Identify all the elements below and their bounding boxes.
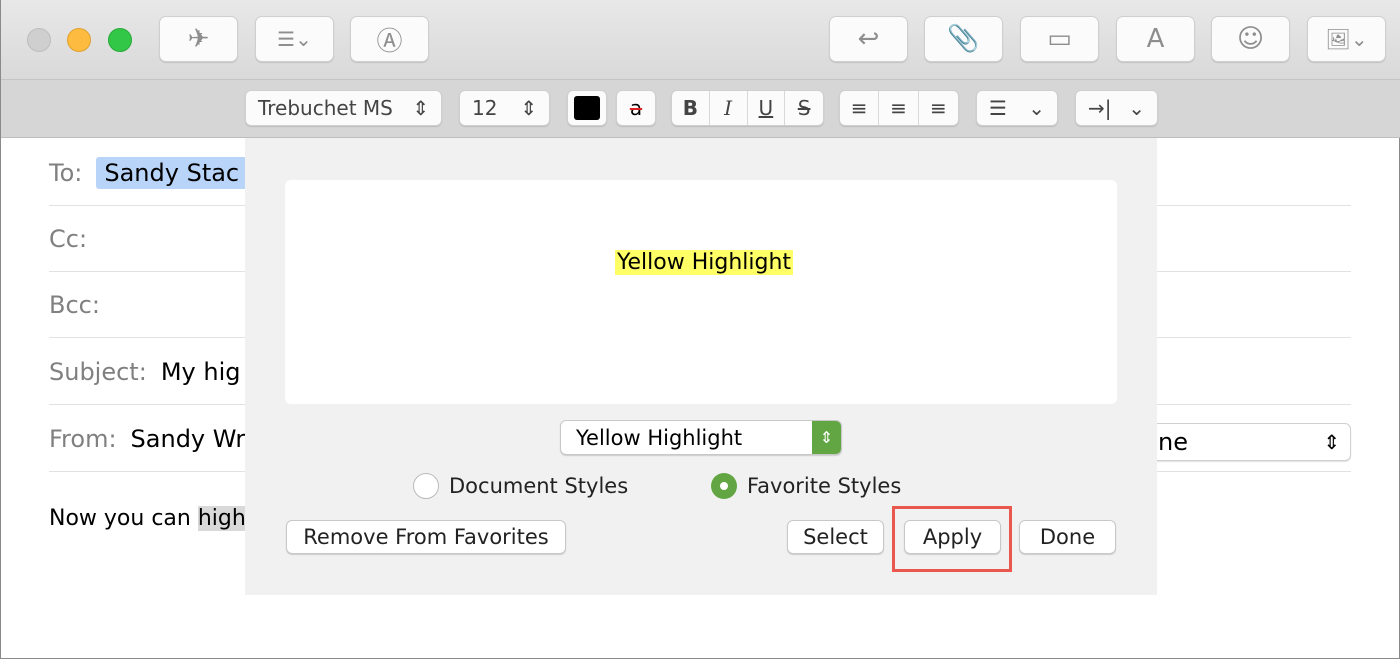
- align-right-button[interactable]: ≡: [919, 91, 958, 125]
- favorite-styles-radio[interactable]: Favorite Styles: [711, 473, 901, 499]
- from-label: From:: [49, 424, 117, 453]
- apply-callout-box: [892, 506, 1012, 572]
- format-button[interactable]: A: [1116, 16, 1195, 62]
- bcc-label: Bcc:: [49, 290, 100, 319]
- document-styles-label: Document Styles: [449, 474, 629, 498]
- paperclip-icon: 📎: [947, 24, 980, 54]
- cc-label: Cc:: [49, 224, 88, 253]
- recipient-token[interactable]: Sandy Stac: [96, 156, 248, 189]
- markup-icon: Ⓐ: [376, 26, 403, 57]
- updown-icon: ⇕: [412, 96, 429, 120]
- mail-compose-window: ✈ ☰⌄ Ⓐ ↩ 📎 ▭ A ☺ 🖼⌄ Trebuchet MS ⇕ 12 ⇕ a …: [0, 0, 1400, 659]
- indent-button[interactable]: →| ⌄: [1075, 90, 1158, 126]
- attach-window-icon: ▭: [1047, 24, 1072, 54]
- background-color-button[interactable]: a: [616, 90, 656, 126]
- send-button[interactable]: ✈: [159, 16, 238, 62]
- signature-value: ne: [1158, 428, 1188, 456]
- signature-select[interactable]: ne ⇕: [1141, 423, 1351, 461]
- font-value: Trebuchet MS: [258, 96, 393, 120]
- align-left-button[interactable]: ≡: [840, 91, 880, 125]
- indent-icon: →|: [1088, 96, 1112, 120]
- body-text: Now you can: [49, 506, 198, 531]
- zoom-window-button[interactable]: [108, 28, 132, 52]
- style-select-value: Yellow Highlight: [576, 425, 743, 450]
- radio-unchecked-icon: [413, 473, 439, 499]
- underline-button[interactable]: U: [748, 91, 786, 125]
- done-button[interactable]: Done: [1019, 520, 1116, 554]
- strikethrough-button[interactable]: S: [785, 91, 823, 125]
- emoji-button[interactable]: ☺: [1211, 16, 1290, 62]
- attach-button[interactable]: 📎: [924, 16, 1003, 62]
- align-center-button[interactable]: ≡: [879, 91, 919, 125]
- reply-button[interactable]: ↩: [829, 16, 908, 62]
- remove-from-favorites-button[interactable]: Remove From Favorites: [286, 520, 566, 554]
- emoji-icon: ☺: [1236, 24, 1265, 54]
- chevron-down-icon: ⌄: [1028, 96, 1045, 120]
- text-color-button[interactable]: [567, 90, 607, 126]
- include-attachment-button[interactable]: ▭: [1020, 16, 1099, 62]
- markup-button[interactable]: Ⓐ: [350, 16, 429, 62]
- color-swatch: [574, 96, 600, 120]
- style-select[interactable]: Yellow Highlight ⇕: [560, 420, 842, 455]
- size-value: 12: [472, 96, 498, 120]
- document-styles-radio[interactable]: Document Styles: [413, 473, 628, 499]
- close-window-button[interactable]: [27, 28, 51, 52]
- to-label: To:: [49, 158, 83, 187]
- paper-plane-icon: ✈: [187, 24, 210, 54]
- updown-icon: ⇕: [520, 96, 537, 120]
- no-color-icon: a: [629, 96, 643, 120]
- bullet-list-icon: ☰: [989, 96, 1007, 120]
- message-body[interactable]: Now you can highl: [49, 506, 252, 531]
- photo-icon: 🖼⌄: [1325, 27, 1368, 51]
- preview-text: Yellow Highlight: [615, 250, 794, 275]
- subject-value: My hig: [160, 357, 241, 386]
- alignment-segment: ≡ ≡ ≡: [839, 90, 959, 126]
- updown-icon: ⇕: [812, 421, 841, 454]
- styles-panel: Yellow Highlight Yellow Highlight ⇕ Docum…: [245, 138, 1157, 595]
- photo-browser-button[interactable]: 🖼⌄: [1307, 16, 1386, 62]
- style-segment: B I U S: [671, 90, 824, 126]
- selected-text: highl: [197, 506, 252, 531]
- font-icon: A: [1146, 24, 1165, 54]
- favorite-styles-label: Favorite Styles: [747, 474, 902, 498]
- subject-label: Subject:: [49, 357, 147, 386]
- header-fields-button[interactable]: ☰⌄: [255, 16, 334, 62]
- minimize-window-button[interactable]: [67, 28, 91, 52]
- select-button[interactable]: Select: [787, 520, 884, 554]
- list-button[interactable]: ☰ ⌄: [976, 90, 1058, 126]
- bold-button[interactable]: B: [672, 91, 710, 125]
- font-select[interactable]: Trebuchet MS ⇕: [245, 90, 442, 126]
- from-value: Sandy Wr: [130, 424, 246, 453]
- chevron-down-icon: ⌄: [1128, 96, 1145, 120]
- style-preview: Yellow Highlight: [285, 180, 1117, 404]
- reply-icon: ↩: [857, 24, 880, 54]
- italic-button[interactable]: I: [710, 91, 748, 125]
- radio-checked-icon: [711, 473, 737, 499]
- list-icon: ☰⌄: [277, 27, 312, 51]
- size-select[interactable]: 12 ⇕: [459, 90, 550, 126]
- updown-icon: ⇕: [1323, 430, 1340, 454]
- title-toolbar: ✈ ☰⌄ Ⓐ ↩ 📎 ▭ A ☺ 🖼⌄: [1, 0, 1400, 80]
